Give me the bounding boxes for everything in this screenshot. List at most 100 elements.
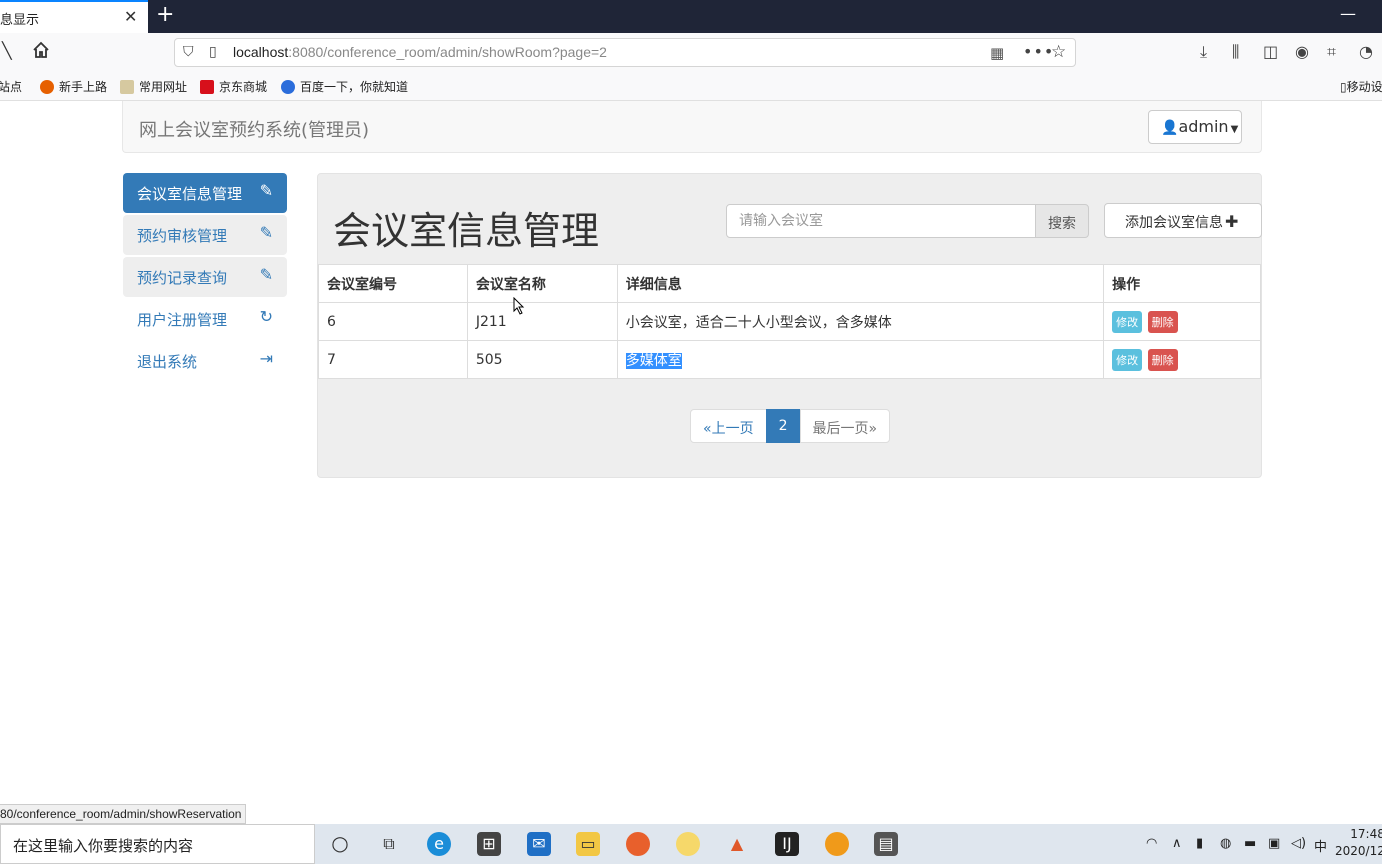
sidebar-item-room-info[interactable]: 会议室信息管理 ✎ bbox=[123, 173, 287, 213]
search-input[interactable] bbox=[726, 204, 1036, 238]
file-explorer-icon[interactable]: ▭ bbox=[576, 832, 600, 856]
matlab-icon[interactable]: ▲ bbox=[725, 832, 749, 856]
new-tab-icon[interactable]: + bbox=[156, 2, 174, 27]
sidebar-item-label: 预约审核管理 bbox=[137, 227, 228, 245]
room-management-panel: 会议室信息管理 搜索 添加会议室信息✚ 会议室编号 会议室名称 详细信息 操作 … bbox=[317, 173, 1262, 478]
mail-icon[interactable]: ✉ bbox=[527, 832, 551, 856]
edit-button[interactable]: 修改 bbox=[1112, 310, 1143, 333]
browser-app-icon[interactable] bbox=[825, 832, 849, 856]
table-row: 7 505 多媒体室 修改 删除 bbox=[318, 340, 1261, 379]
bookmark-newbie[interactable]: 新手上路 bbox=[40, 78, 107, 95]
sidebar-item-booking-records[interactable]: 预约记录查询 ✎ bbox=[123, 257, 287, 297]
taskbar-search-text: 在这里输入你要搜索的内容 bbox=[13, 837, 194, 855]
chat-icon[interactable]: ◔ bbox=[1359, 42, 1373, 61]
user-menu-button[interactable]: 👤admin ▼ bbox=[1148, 110, 1242, 144]
room-name-cell: 505 bbox=[466, 340, 618, 379]
room-detail-cell: 小会议室，适合二十人小型会议，含多媒体 bbox=[616, 302, 1105, 341]
pencil-icon: ✎ bbox=[259, 265, 273, 284]
plus-icon: ✚ bbox=[1225, 212, 1239, 231]
room-id-cell: 7 bbox=[318, 340, 468, 379]
bookmark-star-icon[interactable]: ☆ bbox=[1051, 42, 1066, 62]
cortana-icon[interactable]: ○ bbox=[328, 832, 352, 856]
close-tab-icon[interactable]: ✕ bbox=[124, 7, 137, 26]
mouse-cursor-icon bbox=[513, 297, 525, 315]
chevron-up-icon[interactable]: ∧ bbox=[1172, 836, 1182, 851]
app-tray-icon[interactable]: ◍ bbox=[1220, 836, 1231, 851]
folder-icon bbox=[120, 80, 134, 94]
more-actions-icon[interactable]: ••• bbox=[1023, 42, 1054, 61]
bookmark-common[interactable]: 常用网址 bbox=[120, 78, 187, 95]
add-room-button[interactable]: 添加会议室信息 ✚ bbox=[1104, 203, 1262, 238]
selected-text[interactable]: 多媒体室 bbox=[625, 352, 682, 369]
column-header: 操作 bbox=[1103, 264, 1261, 303]
baidu-paw-icon bbox=[281, 80, 295, 94]
system-clock[interactable]: 17:48 2020/12 bbox=[1335, 826, 1382, 860]
store-icon[interactable]: ⊞ bbox=[477, 832, 501, 856]
firefox-taskbar-icon[interactable] bbox=[626, 832, 650, 856]
back-icon[interactable]: ╲ bbox=[2, 41, 12, 60]
room-name-cell: J211 bbox=[466, 302, 618, 341]
home-icon[interactable] bbox=[32, 41, 50, 59]
clock-time: 17:48 bbox=[1350, 827, 1382, 841]
prev-page-link[interactable]: «上一页 bbox=[690, 409, 767, 443]
bookmark-mobile[interactable]: ▯移动设 bbox=[1340, 78, 1382, 95]
logout-icon: ⇥ bbox=[259, 349, 273, 368]
taskbar-search-box[interactable]: 在这里输入你要搜索的内容 bbox=[0, 824, 315, 864]
sidebar-item-logout[interactable]: 退出系统 ⇥ bbox=[123, 341, 287, 381]
bookmarks-bar: 站点 新手上路 常用网址 京东商城 百度一下，你就知道 ▯移动设 bbox=[0, 71, 1382, 101]
search-button[interactable]: 搜索 bbox=[1035, 204, 1089, 238]
firefox-icon bbox=[40, 80, 54, 94]
qr-code-icon[interactable]: ▦ bbox=[990, 44, 1004, 62]
current-page[interactable]: 2 bbox=[765, 409, 801, 443]
page-icon: ▯ bbox=[209, 44, 217, 60]
brand-title[interactable]: 网上会议室预约系统(管理员) bbox=[139, 116, 369, 142]
last-page-link[interactable]: 最后一页» bbox=[799, 409, 891, 443]
account-icon[interactable]: ◉ bbox=[1295, 42, 1309, 61]
terminal-icon[interactable]: ▤ bbox=[874, 832, 898, 856]
delete-button[interactable]: 删除 bbox=[1147, 348, 1178, 371]
windows-taskbar: 在这里输入你要搜索的内容 ○ ⧉ e ⊞ ✉ ▭ ▲ IJ ▤ ◠ ∧ ▮ ◍ … bbox=[0, 824, 1382, 864]
bookmark-sites[interactable]: 站点 bbox=[0, 78, 22, 95]
network-icon[interactable]: ▣ bbox=[1268, 836, 1280, 851]
ime-indicator[interactable]: 中 bbox=[1314, 836, 1327, 855]
bookmark-baidu[interactable]: 百度一下，你就知道 bbox=[281, 78, 408, 95]
app-icon[interactable] bbox=[676, 832, 700, 856]
table-row: 6 J211 小会议室，适合二十人小型会议，含多媒体 修改 删除 bbox=[318, 302, 1261, 341]
edge-icon[interactable]: e bbox=[427, 832, 451, 856]
address-bar[interactable]: ⛉ ▯ localhost:8080/conference_room/admin… bbox=[174, 38, 1076, 67]
sidebar-item-label: 会议室信息管理 bbox=[137, 185, 243, 203]
screenshot-icon[interactable]: ⌗ bbox=[1327, 42, 1336, 62]
pagination: «上一页 2 最后一页» bbox=[690, 409, 891, 443]
bookmark-jd[interactable]: 京东商城 bbox=[200, 78, 267, 95]
sidebar-item-label: 用户注册管理 bbox=[137, 311, 228, 329]
sidebar-icon[interactable]: ◫ bbox=[1263, 42, 1278, 61]
sidebar-item-booking-review[interactable]: 预约审核管理 ✎ bbox=[123, 215, 287, 255]
browser-tab-strip: 息显示 ✕ + — bbox=[0, 0, 1382, 33]
sidebar-item-user-registration[interactable]: 用户注册管理 ↻ bbox=[123, 299, 287, 339]
task-view-icon[interactable]: ⧉ bbox=[377, 832, 401, 856]
download-icon[interactable]: ⤓ bbox=[1200, 42, 1207, 62]
library-icon[interactable]: ⫼ bbox=[1232, 42, 1239, 62]
intellij-icon[interactable]: IJ bbox=[775, 832, 799, 856]
pencil-icon: ✎ bbox=[259, 181, 273, 200]
microphone-icon[interactable]: ▮ bbox=[1196, 836, 1203, 851]
jd-icon bbox=[200, 80, 214, 94]
page-title: 会议室信息管理 bbox=[333, 209, 600, 253]
tab-title: 息显示 bbox=[0, 13, 40, 28]
volume-icon[interactable]: ◁) bbox=[1291, 836, 1306, 851]
user-icon: 👤 bbox=[1161, 120, 1179, 136]
table-header-row: 会议室编号 会议室名称 详细信息 操作 bbox=[318, 264, 1261, 303]
minimize-icon[interactable]: — bbox=[1340, 4, 1356, 23]
wifi-icon[interactable]: ◠ bbox=[1146, 836, 1157, 851]
sidebar-item-label: 预约记录查询 bbox=[137, 269, 228, 287]
edit-button[interactable]: 修改 bbox=[1112, 348, 1143, 371]
url-text[interactable]: localhost:8080/conference_room/admin/sho… bbox=[233, 44, 607, 60]
pencil-icon: ✎ bbox=[259, 223, 273, 242]
web-page: 网上会议室预约系统(管理员) 👤admin ▼ 会议室信息管理 ✎ 预约审核管理 … bbox=[0, 101, 1382, 824]
battery-icon[interactable]: ▬ bbox=[1244, 836, 1256, 851]
actions-cell: 修改 删除 bbox=[1103, 302, 1261, 341]
room-id-cell: 6 bbox=[318, 302, 468, 341]
shield-icon[interactable]: ⛉ bbox=[183, 44, 194, 60]
delete-button[interactable]: 删除 bbox=[1147, 310, 1178, 333]
browser-tab[interactable]: 息显示 ✕ bbox=[0, 0, 148, 33]
